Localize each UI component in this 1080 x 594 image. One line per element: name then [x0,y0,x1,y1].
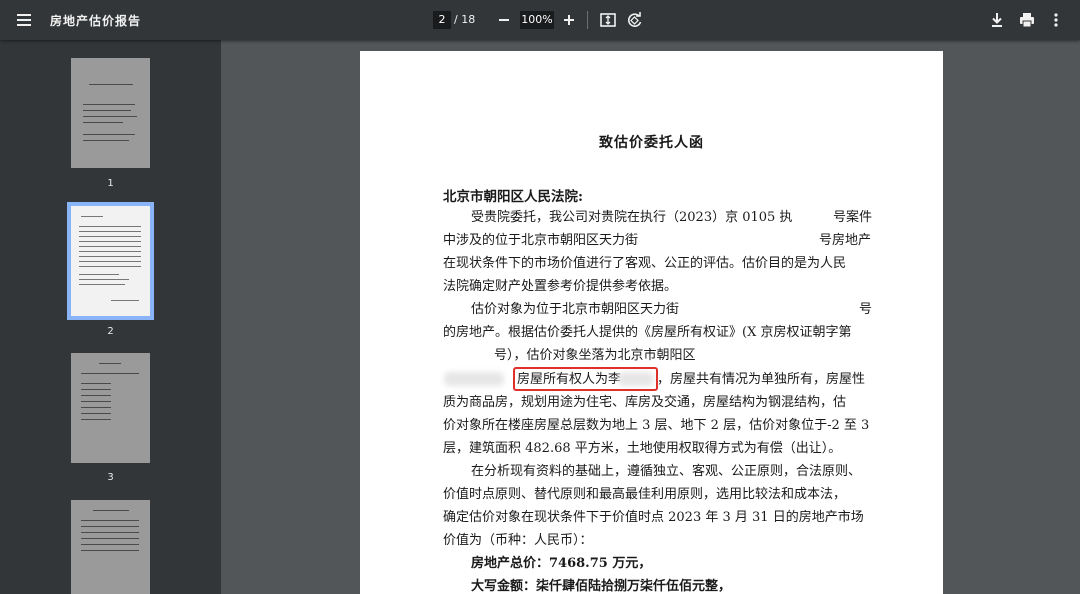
total-price: 房地产总价：7468.75 万元， [471,556,652,571]
body-line: 号 [859,302,873,317]
owner-highlight-box [513,367,658,391]
hamburger-menu-icon[interactable] [14,10,36,30]
toolbar: 房地产估价报告 2 / 18 100% [0,0,1080,40]
thumbnail-number: 3 [107,472,114,483]
body-line: 确定估价对象在现状条件下于价值时点 2023 年 3 月 31 日的房地产市场 [443,510,864,525]
zoom-in-button[interactable] [561,11,577,29]
download-icon[interactable] [987,10,1007,30]
document-title: 房地产估价报告 [50,14,142,28]
page-thumbnail[interactable] [71,353,150,463]
body-line: 层，建筑面积 482.68 平方米，土地使用权取得方式为有偿（出让）。 [443,441,842,456]
body-line: 号），估价对象坐落为北京市朝阳区 [494,348,696,363]
body-line: 在现状条件下的市场价值进行了客观、公正的评估。估价目的是为人民 [443,256,847,271]
body-line: 质为商品房，规划用途为住宅、库房及交通，房屋结构为钢混结构，估 [443,395,847,410]
addressee: 北京市朝阳区人民法院: [443,189,583,205]
rotate-icon[interactable] [625,10,645,30]
body-line: 法院确定财产处置参考价提供参考依据。 [443,279,678,294]
body-line: 价对象所在楼座房屋总层数为地上 3 层、地下 2 层，估价对象位于-2 至 3 [443,418,870,433]
body-line: 在分析现有资料的基础上，遵循独立、客观、公正原则，合法原则、 [471,464,862,479]
body-line: 受贵院委托，我公司对贵院在执行（2023）京 0105 执 [471,210,793,225]
body-line: 号房地产 [819,233,872,248]
document-page: 致估价委托人函 北京市朝阳区人民法院: 受贵院委托，我公司对贵院在执行（2023… [360,51,943,594]
page-total: / 18 [454,13,476,26]
fit-to-page-icon[interactable] [598,10,618,30]
more-vertical-icon[interactable] [1046,10,1066,30]
body-line: ，房屋共有情况为单独所有，房屋性 [657,372,866,387]
page-heading: 致估价委托人函 [599,135,704,151]
toolbar-divider [587,11,588,29]
zoom-out-button[interactable] [496,11,512,29]
page-number-input[interactable]: 2 [433,11,451,29]
print-icon[interactable] [1017,10,1037,30]
redaction-blur [444,372,504,386]
body-line: 的房地产。根据估价委托人提供的《房屋所有权证》(X 京房权证朝字第 [443,325,852,340]
body-line: 中涉及的位于北京市朝阳区天力街 [443,233,639,248]
page-thumbnail[interactable] [71,58,150,168]
thumbnail-sidebar: 1 2 3 [0,40,221,594]
capital-amount: 大写金额：柒仟肆佰陆拾捌万柒仟伍佰元整， [471,579,732,594]
zoom-level-input[interactable]: 100% [520,11,554,29]
body-line: 价值为（币种：人民币）： [443,533,593,548]
thumbnail-number: 2 [107,326,114,337]
body-line: 价值时点原则、替代原则和最高最佳利用原则，选用比较法和成本法， [443,487,847,502]
page-thumbnail-active[interactable] [71,206,150,316]
page-thumbnail[interactable] [71,500,150,594]
body-line: 号案件 [833,210,873,225]
body-line: 估价对象为位于北京市朝阳区天力街 [471,302,680,317]
thumbnail-number: 1 [107,178,114,189]
